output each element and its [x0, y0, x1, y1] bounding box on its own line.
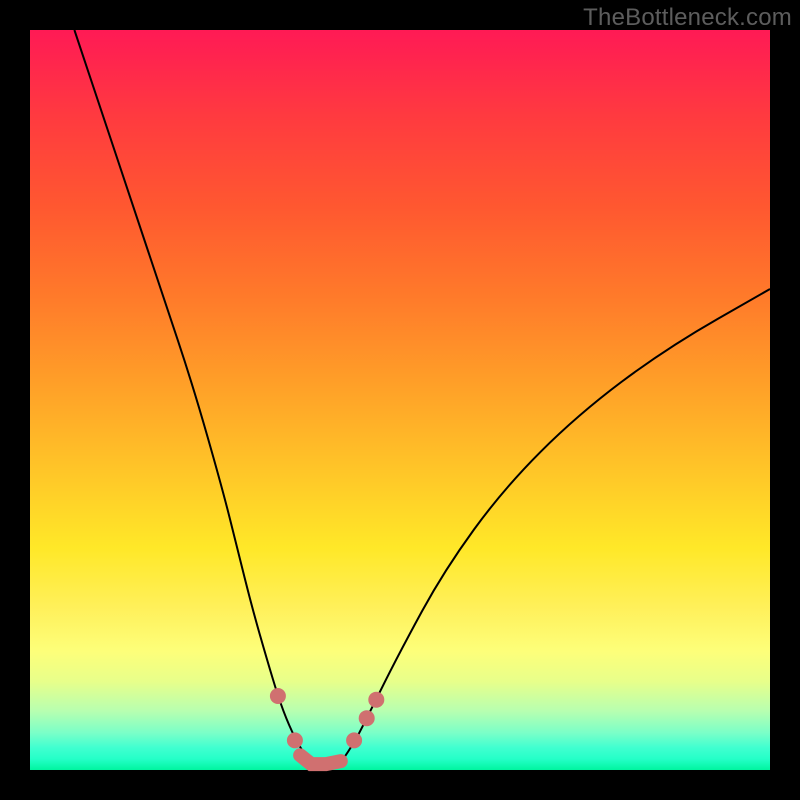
chart-frame: TheBottleneck.com — [0, 0, 800, 800]
highlight-marker — [346, 732, 362, 748]
valley-highlight-segment — [300, 755, 341, 764]
watermark-text: TheBottleneck.com — [583, 4, 792, 32]
curves-layer — [30, 30, 770, 770]
highlight-marker — [368, 692, 384, 708]
plot-area — [30, 30, 770, 770]
highlight-marker — [287, 732, 303, 748]
highlight-marker — [270, 688, 286, 704]
left-curve — [74, 30, 311, 763]
right-curve — [341, 289, 770, 763]
highlight-marker — [359, 710, 375, 726]
